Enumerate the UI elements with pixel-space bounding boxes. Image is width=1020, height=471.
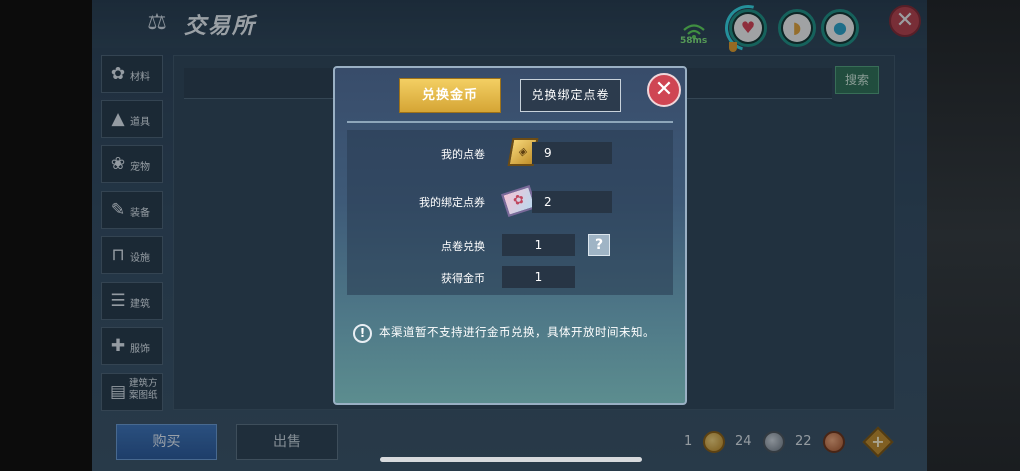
my-bound-points-label: 我的绑定点券 — [419, 196, 485, 209]
exchange-label: 点卷兑换 — [441, 240, 485, 253]
tab-exchange-bound-points[interactable]: 兑换绑定点卷 — [520, 79, 621, 112]
notice-text: 本渠道暂不支持进行金币兑换，具体开放时间未知。 — [379, 325, 655, 339]
home-indicator[interactable] — [380, 457, 642, 462]
help-icon[interactable]: ? — [588, 234, 610, 256]
game-screen: ⚖ 交易所 58ms ♥ ◗ ● ✕ 搜索 ✿ 材料 ▲ 道具 ❀ 宠物 ✎ 装… — [92, 0, 927, 471]
my-bound-points-value: 2 — [532, 191, 612, 213]
my-points-label: 我的点卷 — [441, 148, 485, 161]
warning-icon: ! — [353, 324, 372, 343]
tab-exchange-gold[interactable]: 兑换金币 — [399, 78, 501, 113]
divider — [347, 121, 673, 123]
background-scenery — [927, 0, 1020, 471]
my-points-value: 9 — [532, 142, 612, 164]
gain-label: 获得金币 — [441, 272, 485, 285]
exchange-amount-input[interactable]: 1 — [502, 234, 575, 256]
close-icon[interactable]: ✕ — [647, 73, 681, 107]
exchange-dialog: 兑换金币 兑换绑定点卷 ✕ 我的点卷 ◈ 9 我的绑定点券 ✿ 2 点卷兑换 1… — [333, 66, 687, 405]
gain-value: 1 — [502, 266, 575, 288]
